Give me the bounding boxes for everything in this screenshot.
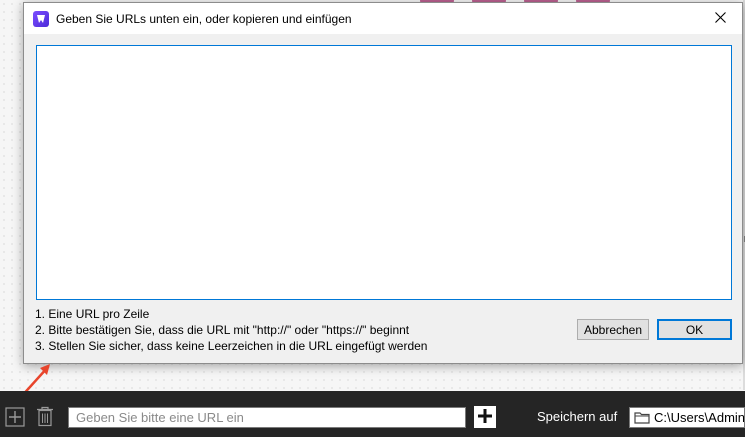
close-button[interactable]: [698, 3, 742, 34]
add-url-button[interactable]: [474, 406, 496, 428]
url-list-textarea[interactable]: [36, 45, 732, 300]
trash-icon: [36, 406, 54, 430]
close-icon: [714, 11, 726, 26]
instruction-item: 3. Stellen Sie sicher, dass keine Leerze…: [35, 339, 428, 353]
bottom-toolbar: Speichern auf C:\Users\Admin: [0, 391, 745, 437]
add-button[interactable]: [4, 406, 26, 430]
folder-icon: [634, 411, 650, 424]
url-input[interactable]: [68, 407, 466, 428]
instructions-list: 1. Eine URL pro Zeile 2. Bitte bestätige…: [35, 306, 427, 354]
url-input-dialog: Geben Sie URLs unten ein, oder kopieren …: [23, 2, 743, 364]
instruction-item: 1. Eine URL pro Zeile: [35, 307, 150, 321]
instruction-item: 2. Bitte bestätigen Sie, dass die URL mi…: [35, 323, 410, 337]
save-path-value: C:\Users\Admin: [654, 410, 745, 425]
app-logo-icon: [33, 10, 49, 27]
add-icon: [5, 406, 25, 430]
delete-button[interactable]: [35, 406, 55, 430]
dialog-titlebar: Geben Sie URLs unten ein, oder kopieren …: [24, 3, 742, 34]
cancel-button[interactable]: Abbrechen: [577, 319, 649, 340]
save-path-selector[interactable]: C:\Users\Admin: [629, 407, 745, 428]
save-location-label: Speichern auf: [537, 409, 618, 424]
add-url-icon: [477, 408, 493, 427]
dialog-title: Geben Sie URLs unten ein, oder kopieren …: [56, 11, 352, 26]
ok-button[interactable]: OK: [657, 319, 732, 340]
